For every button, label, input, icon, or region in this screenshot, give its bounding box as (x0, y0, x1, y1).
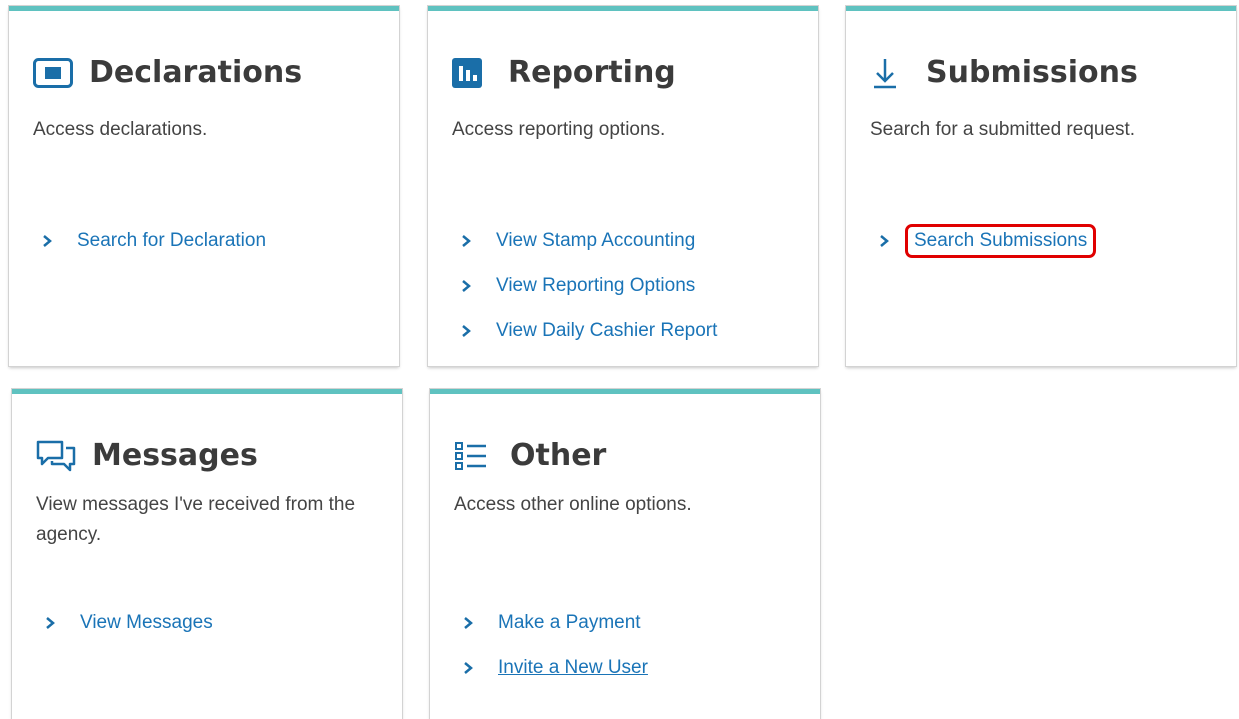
chevron-right-icon (44, 616, 64, 630)
messages-description: View messages I've received from the age… (36, 494, 356, 545)
window-icon (33, 53, 77, 93)
search-submissions-link[interactable]: Search Submissions (878, 218, 1097, 263)
search-for-declaration-link[interactable]: Search for Declaration (41, 218, 266, 263)
view-stamp-accounting-label[interactable]: View Stamp Accounting (496, 230, 695, 252)
submissions-card: Submissions Search for a submitted reque… (846, 6, 1236, 366)
declarations-title-text: Declarations (89, 55, 303, 90)
chevron-right-icon (460, 234, 480, 248)
view-stamp-accounting-link[interactable]: View Stamp Accounting (460, 218, 717, 263)
make-a-payment-link[interactable]: Make a Payment (462, 600, 648, 645)
reporting-description: Access reporting options. (452, 119, 666, 140)
view-messages-link[interactable]: View Messages (44, 600, 213, 645)
reporting-title-text: Reporting (508, 55, 676, 90)
declarations-card: Declarations Access declarations. Search… (9, 6, 399, 366)
search-for-declaration-label[interactable]: Search for Declaration (77, 230, 266, 252)
view-reporting-options-link[interactable]: View Reporting Options (460, 263, 717, 308)
other-title: Other (454, 436, 606, 476)
other-links: Make a Payment Invite a New User (462, 600, 648, 690)
declarations-description: Access declarations. (33, 119, 208, 140)
submissions-description: Search for a submitted request. (870, 119, 1136, 140)
view-daily-cashier-report-link[interactable]: View Daily Cashier Report (460, 308, 717, 353)
view-reporting-options-label[interactable]: View Reporting Options (496, 275, 695, 297)
list-icon (454, 436, 498, 476)
submissions-title-text: Submissions (926, 55, 1138, 90)
view-daily-cashier-report-label[interactable]: View Daily Cashier Report (496, 320, 717, 342)
submissions-title: Submissions (870, 53, 1138, 93)
reporting-card: Reporting Access reporting options. View… (428, 6, 818, 366)
other-description: Access other online options. (454, 494, 692, 515)
search-submissions-label[interactable]: Search Submissions (905, 223, 1097, 258)
invite-a-new-user-link[interactable]: Invite a New User (462, 645, 648, 690)
reporting-title: Reporting (452, 53, 676, 93)
chat-bubbles-icon (36, 436, 80, 476)
chevron-right-icon (878, 234, 898, 248)
messages-title-text: Messages (92, 438, 258, 473)
messages-card: Messages View messages I've received fro… (12, 389, 402, 719)
bar-chart-icon (452, 53, 496, 93)
invite-a-new-user-label[interactable]: Invite a New User (498, 657, 648, 679)
other-title-text: Other (510, 438, 607, 473)
messages-links: View Messages (44, 600, 213, 645)
chevron-right-icon (462, 616, 482, 630)
reporting-links: View Stamp Accounting View Reporting Opt… (460, 218, 717, 353)
chevron-right-icon (462, 661, 482, 675)
other-card: Other Access other online options. Make … (430, 389, 820, 719)
declarations-links: Search for Declaration (41, 218, 266, 263)
view-messages-label[interactable]: View Messages (80, 612, 213, 634)
make-a-payment-label[interactable]: Make a Payment (498, 612, 641, 634)
declarations-title: Declarations (33, 53, 302, 93)
download-arrow-icon (870, 53, 914, 93)
submissions-links: Search Submissions (878, 218, 1097, 263)
chevron-right-icon (41, 234, 61, 248)
messages-title: Messages (36, 436, 258, 476)
chevron-right-icon (460, 279, 480, 293)
chevron-right-icon (460, 324, 480, 338)
